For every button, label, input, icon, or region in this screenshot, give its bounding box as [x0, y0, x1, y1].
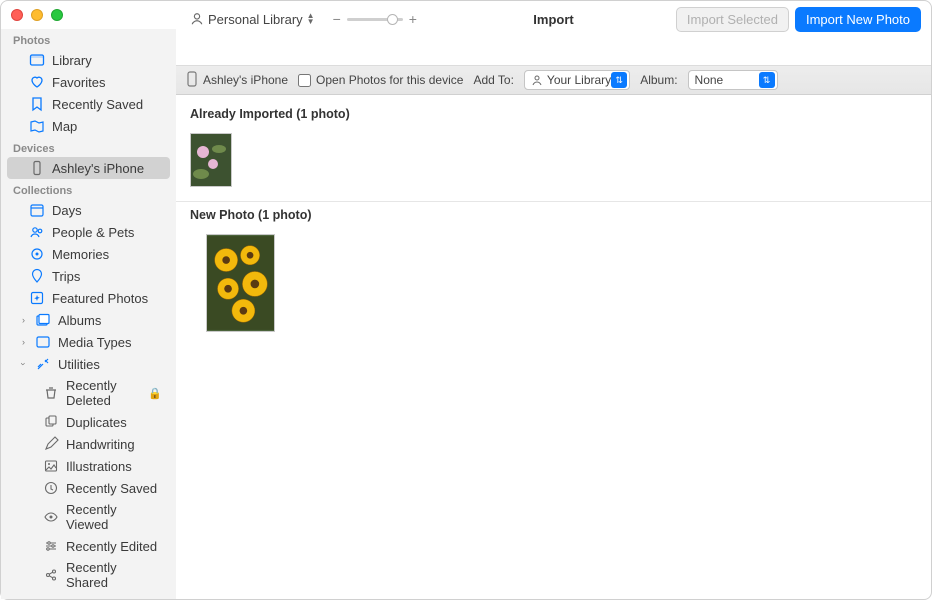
- person-icon: [190, 12, 204, 26]
- section-already-imported: Already Imported (1 photo): [176, 101, 931, 127]
- library-name: Personal Library: [208, 12, 303, 27]
- sidebar-item-people[interactable]: People & Pets: [7, 221, 170, 243]
- popup-arrows-icon: ⇅: [759, 72, 775, 88]
- sidebar-item-recently-shared[interactable]: Recently Shared: [7, 557, 170, 593]
- pin-icon: [29, 268, 45, 284]
- sidebar-header-photos: Photos: [1, 29, 176, 49]
- sidebar-item-featured[interactable]: Featured Photos: [7, 287, 170, 309]
- sidebar-item-albums[interactable]: ›Albums: [7, 309, 170, 331]
- sliders-icon: [43, 538, 59, 554]
- section-new-photo: New Photo (1 photo): [176, 202, 931, 228]
- zoom-slider[interactable]: − +: [333, 11, 417, 27]
- pencil-icon: [43, 436, 59, 452]
- sidebar-item-recently-saved2[interactable]: Recently Saved: [7, 477, 170, 499]
- sidebar-item-recently-deleted[interactable]: Recently Deleted🔒: [7, 375, 170, 411]
- trash-icon: [43, 385, 59, 401]
- slider-knob[interactable]: [387, 14, 398, 25]
- heart-icon: [29, 74, 45, 90]
- addto-popup[interactable]: Your Library ⇅: [524, 70, 630, 90]
- map-icon: [29, 118, 45, 134]
- sidebar-item-imports[interactable]: Imports: [7, 593, 170, 599]
- eye-icon: [43, 509, 59, 525]
- sidebar-item-device-iphone[interactable]: Ashley's iPhone: [7, 157, 170, 179]
- sidebar-item-utilities[interactable]: ›Utilities: [7, 353, 170, 375]
- updown-icon: ▲▼: [307, 13, 315, 25]
- import-new-button[interactable]: Import New Photo: [795, 7, 921, 32]
- memories-icon: [29, 246, 45, 262]
- albums-icon: [35, 312, 51, 328]
- library-picker[interactable]: Personal Library ▲▼: [186, 10, 319, 29]
- sidebar-item-recently-saved[interactable]: Recently Saved: [7, 93, 170, 115]
- import-selected-button: Import Selected: [676, 7, 789, 32]
- page-title: Import: [533, 12, 573, 27]
- sidebar-item-map[interactable]: Map: [7, 115, 170, 137]
- chevron-down-icon[interactable]: ›: [19, 360, 29, 369]
- phone-icon: [186, 71, 198, 90]
- album-popup[interactable]: None ⇅: [688, 70, 778, 90]
- open-photos-checkbox[interactable]: Open Photos for this device: [298, 73, 463, 87]
- duplicates-icon: [43, 414, 59, 430]
- chevron-right-icon[interactable]: ›: [19, 315, 28, 325]
- sidebar-item-library[interactable]: Library: [7, 49, 170, 71]
- zoom-window[interactable]: [51, 9, 63, 21]
- save-icon: [43, 480, 59, 496]
- import-content: Already Imported (1 photo) New Photo (1 …: [176, 95, 931, 599]
- calendar-icon: [29, 202, 45, 218]
- zoom-in-icon[interactable]: +: [409, 11, 417, 27]
- lock-icon: 🔒: [148, 387, 162, 400]
- sidebar-item-memories[interactable]: Memories: [7, 243, 170, 265]
- slider-track[interactable]: [347, 18, 403, 21]
- sidebar-item-recently-viewed[interactable]: Recently Viewed: [7, 499, 170, 535]
- popup-arrows-icon: ⇅: [611, 72, 627, 88]
- tools-icon: [35, 356, 51, 372]
- thumbnail-already-1[interactable]: [190, 133, 232, 187]
- sidebar-item-mediatypes[interactable]: ›Media Types: [7, 331, 170, 353]
- zoom-out-icon[interactable]: −: [333, 11, 341, 27]
- sidebar-item-handwriting[interactable]: Handwriting: [7, 433, 170, 455]
- thumbnail-new-1[interactable]: [206, 234, 275, 332]
- phone-icon: [29, 160, 45, 176]
- device-label: Ashley's iPhone: [186, 71, 288, 90]
- library-icon: [29, 52, 45, 68]
- person-icon: [531, 74, 543, 86]
- sidebar-item-recently-edited[interactable]: Recently Edited: [7, 535, 170, 557]
- sidebar: Photos Library Favorites Recently Saved …: [1, 29, 176, 599]
- sidebar-item-favorites[interactable]: Favorites: [7, 71, 170, 93]
- illustration-icon: [43, 458, 59, 474]
- sidebar-item-duplicates[interactable]: Duplicates: [7, 411, 170, 433]
- minimize-window[interactable]: [31, 9, 43, 21]
- people-icon: [29, 224, 45, 240]
- sidebar-item-trips[interactable]: Trips: [7, 265, 170, 287]
- mediatypes-icon: [35, 334, 51, 350]
- bookmark-icon: [29, 96, 45, 112]
- import-icon: [43, 596, 59, 599]
- sparkle-icon: [29, 290, 45, 306]
- import-subtoolbar: Ashley's iPhone Open Photos for this dev…: [176, 65, 931, 95]
- close-window[interactable]: [11, 9, 23, 21]
- addto-label: Add To:: [473, 73, 513, 87]
- open-photos-input[interactable]: [298, 74, 311, 87]
- chevron-right-icon[interactable]: ›: [19, 337, 28, 347]
- sidebar-item-illustrations[interactable]: Illustrations: [7, 455, 170, 477]
- sidebar-header-collections: Collections: [1, 179, 176, 199]
- share-icon: [43, 567, 59, 583]
- album-label: Album:: [640, 73, 677, 87]
- sidebar-header-devices: Devices: [1, 137, 176, 157]
- sidebar-item-days[interactable]: Days: [7, 199, 170, 221]
